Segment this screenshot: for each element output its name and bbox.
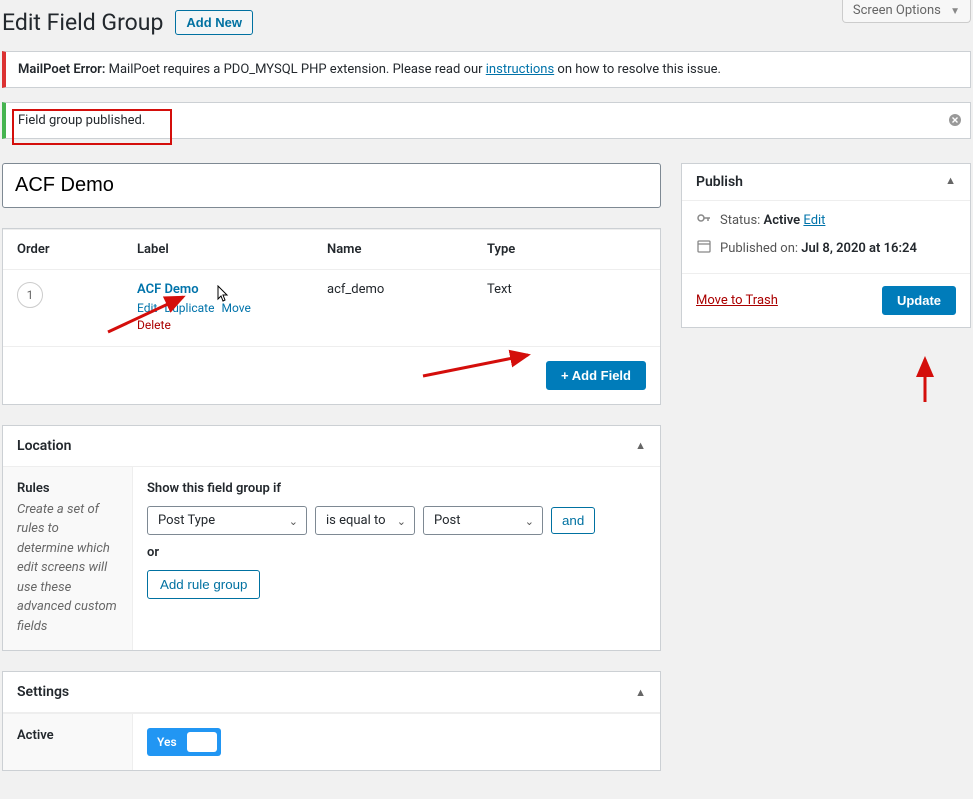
add-field-button[interactable]: + Add Field — [546, 361, 646, 390]
screen-options-button[interactable]: Screen Options ▼ — [842, 0, 971, 23]
show-if-label: Show this field group if — [147, 481, 646, 496]
collapse-icon: ▲ — [635, 686, 646, 699]
or-label: or — [147, 545, 646, 560]
published-date: Jul 8, 2020 at 16:24 — [801, 241, 917, 256]
add-rule-group-button[interactable]: Add rule group — [147, 570, 260, 599]
field-delete-link[interactable]: Delete — [137, 318, 171, 332]
published-notice-text: Field group published. — [18, 113, 145, 128]
mailpoet-error-prefix: MailPoet Error: — [18, 62, 105, 77]
status-label: Status: — [720, 213, 764, 228]
screen-options-label: Screen Options — [853, 3, 941, 18]
field-type-text: Text — [487, 282, 646, 297]
chevron-down-icon: ⌄ — [525, 515, 534, 528]
rule-value-select[interactable]: Post⌄ — [423, 506, 543, 535]
field-duplicate-link[interactable]: Duplicate — [164, 301, 214, 315]
published-label: Published on: — [720, 241, 801, 256]
mailpoet-instructions-link[interactable]: instructions — [486, 62, 554, 77]
collapse-icon: ▲ — [635, 439, 646, 452]
settings-postbox: Settings ▲ Active Yes — [2, 671, 661, 771]
field-group-title-input[interactable] — [2, 163, 661, 208]
publish-postbox: Publish ▲ Status: Active Edit — [681, 163, 971, 328]
published-notice: Field group published. — [2, 102, 971, 139]
dismiss-notice-icon[interactable] — [948, 113, 962, 131]
active-value: Yes — [157, 735, 177, 749]
mailpoet-error-notice: MailPoet Error: MailPoet requires a PDO_… — [2, 51, 971, 88]
field-move-link[interactable]: Move — [221, 301, 250, 315]
settings-heading[interactable]: Settings ▲ — [3, 672, 660, 713]
add-new-button[interactable]: Add New — [175, 10, 253, 35]
move-to-trash-link[interactable]: Move to Trash — [696, 293, 778, 308]
page-title: Edit Field Group — [2, 9, 163, 36]
chevron-down-icon: ⌄ — [397, 515, 406, 528]
field-order-number: 1 — [17, 282, 43, 308]
add-and-button[interactable]: and — [551, 507, 595, 534]
field-label-link[interactable]: ACF Demo — [137, 282, 327, 297]
key-icon — [696, 211, 712, 229]
col-head-type: Type — [487, 242, 646, 257]
calendar-icon — [696, 239, 712, 257]
active-label: Active — [3, 714, 133, 770]
rules-desc: Create a set of rules to determine which… — [17, 500, 118, 637]
rule-param-select[interactable]: Post Type⌄ — [147, 506, 307, 535]
edit-status-link[interactable]: Edit — [803, 213, 825, 228]
mailpoet-error-before: MailPoet requires a PDO_MYSQL PHP extens… — [109, 62, 486, 77]
col-head-order: Order — [17, 242, 137, 257]
col-head-label: Label — [137, 242, 327, 257]
fields-postbox: Order Label Name Type 1 ACF Demo Edit Du… — [2, 228, 661, 405]
update-button[interactable]: Update — [882, 286, 956, 315]
publish-heading[interactable]: Publish ▲ — [682, 164, 970, 201]
mailpoet-error-after: on how to resolve this issue. — [557, 62, 721, 77]
collapse-icon: ▲ — [945, 174, 956, 190]
rules-label: Rules — [17, 481, 118, 496]
chevron-down-icon: ▼ — [950, 6, 960, 17]
location-postbox: Location ▲ Rules Create a set of rules t… — [2, 425, 661, 652]
field-edit-link[interactable]: Edit — [137, 301, 157, 315]
chevron-down-icon: ⌄ — [289, 515, 298, 528]
col-head-name: Name — [327, 242, 487, 257]
field-name-text: acf_demo — [327, 282, 487, 297]
status-value: Active — [764, 213, 801, 228]
location-heading[interactable]: Location ▲ — [3, 426, 660, 467]
active-toggle[interactable]: Yes — [147, 728, 221, 756]
rule-operator-select[interactable]: is equal to⌄ — [315, 506, 415, 535]
field-row[interactable]: 1 ACF Demo Edit Duplicate Move Delete ac… — [3, 269, 660, 346]
